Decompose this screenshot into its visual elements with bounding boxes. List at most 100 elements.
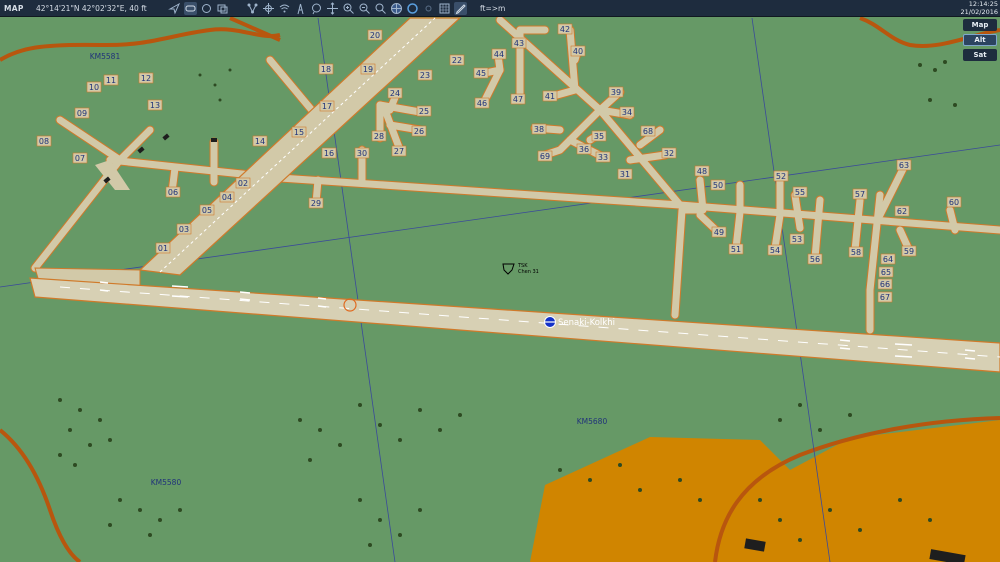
move-icon[interactable] [326,2,339,15]
unit-label-2: Chen 31 [518,269,539,275]
parking-spot-38: 38 [531,123,547,135]
parking-spot-29: 29 [308,197,324,209]
parking-spot-32: 32 [661,147,677,159]
parking-number: 17 [322,102,332,111]
parking-spot-41: 41 [542,90,558,102]
parking-number: 27 [394,147,404,156]
parking-spot-09: 09 [74,107,90,119]
map-canvas[interactable]: 01 02 03 04 05 06 07 08 09 10 11 12 13 14 15 16 17 18 19 20… [0,0,1000,562]
parking-spot-17: 17 [319,100,335,112]
parking-number: 31 [620,170,630,179]
parking-number: 65 [881,268,891,277]
parking-number: 19 [363,65,373,74]
parking-number: 28 [374,132,384,141]
grid-icon[interactable] [438,2,451,15]
parking-number: 15 [294,128,304,137]
parking-spot-27: 27 [391,145,407,157]
wifi-icon[interactable] [278,2,291,15]
parking-number: 26 [414,127,424,136]
parking-number: 33 [598,153,608,162]
parking-number: 04 [222,193,232,202]
parking-spot-02: 02 [235,177,251,189]
parking-spot-28: 28 [371,130,387,142]
circle-tool-icon[interactable] [200,2,213,15]
nodes-icon[interactable] [246,2,259,15]
parking-number: 02 [238,179,248,188]
parking-number: 32 [664,149,674,158]
navigate-icon[interactable] [168,2,181,15]
parking-spot-40: 40 [570,45,586,57]
grid-label-km5680: KM5680 [577,417,608,426]
alt-layer-button[interactable]: Alt [963,34,997,46]
mode-label: MAP [4,4,24,13]
parking-number: 66 [880,280,890,289]
parking-spot-50: 50 [710,179,726,191]
parking-spot-53: 53 [789,233,805,245]
parking-number: 18 [321,65,331,74]
parking-spot-66: 66 [877,278,893,290]
layers-tool-icon[interactable] [216,2,229,15]
sun-icon[interactable] [422,2,435,15]
parking-number: 68 [643,127,653,136]
pencil-icon[interactable] [454,2,467,15]
parking-spot-19: 19 [360,63,376,75]
chat-icon[interactable] [310,2,323,15]
map-layer-button[interactable]: Map [963,19,997,31]
parking-number: 20 [370,31,380,40]
sat-layer-button[interactable]: Sat [963,49,997,61]
zoom-in-icon[interactable] [342,2,355,15]
parking-number: 58 [851,248,861,257]
parking-number: 41 [545,92,555,101]
cursor-coordinates: 42°14'21"N 42°02'32"E, 40 ft [36,4,147,13]
parking-number: 46 [477,99,487,108]
parking-number: 40 [573,47,583,56]
parking-number: 29 [311,199,321,208]
units-toggle[interactable]: ft=>m [480,4,505,13]
parking-number: 64 [883,255,893,264]
parking-spot-08: 08 [36,135,52,147]
parking-number: 01 [158,244,168,253]
parking-number: 49 [714,228,724,237]
parking-number: 24 [390,89,400,98]
clock: 12:14:25 21/02/2016 [960,0,998,16]
parking-number: 59 [904,247,914,256]
parking-spot-07: 07 [72,152,88,164]
parking-spot-48: 48 [694,165,710,177]
parking-spot-26: 26 [411,125,427,137]
parking-spot-16: 16 [321,147,337,159]
rotate-icon[interactable] [406,2,419,15]
zoom-fit-icon[interactable] [374,2,387,15]
parking-spot-22: 22 [449,54,465,66]
globe-icon[interactable] [390,2,403,15]
tower-icon[interactable] [294,2,307,15]
clock-date: 21/02/2016 [960,7,998,16]
waypoint-tool-icon[interactable] [184,2,197,15]
parking-spot-33: 33 [595,151,611,163]
parking-spot-67: 67 [877,291,893,303]
grid-label-km5581: KM5581 [90,52,121,61]
parking-number: 13 [150,101,160,110]
parking-number: 51 [731,245,741,254]
parking-spot-14: 14 [252,135,268,147]
zoom-out-icon[interactable] [358,2,371,15]
parking-spot-11: 11 [103,74,119,86]
parking-number: 22 [452,56,462,65]
parking-spot-23: 23 [417,69,433,81]
airfield-name: Senaki-Kolkhi [558,318,615,328]
parking-spot-64: 64 [880,253,896,265]
parking-number: 56 [810,255,820,264]
parking-number: 47 [513,95,523,104]
parking-spot-46: 46 [474,97,490,109]
parking-spot-51: 51 [728,243,744,255]
parking-number: 09 [77,109,87,118]
parking-number: 54 [770,246,780,255]
parking-number: 08 [39,137,49,146]
parking-number: 63 [899,161,909,170]
parking-spot-45: 45 [473,67,489,79]
parking-spot-30: 30 [354,147,370,159]
parking-spot-56: 56 [807,253,823,265]
parking-spot-31: 31 [617,168,633,180]
parking-spot-04: 04 [219,191,235,203]
parking-spot-43: 43 [511,37,527,49]
crosshair-icon[interactable] [262,2,275,15]
